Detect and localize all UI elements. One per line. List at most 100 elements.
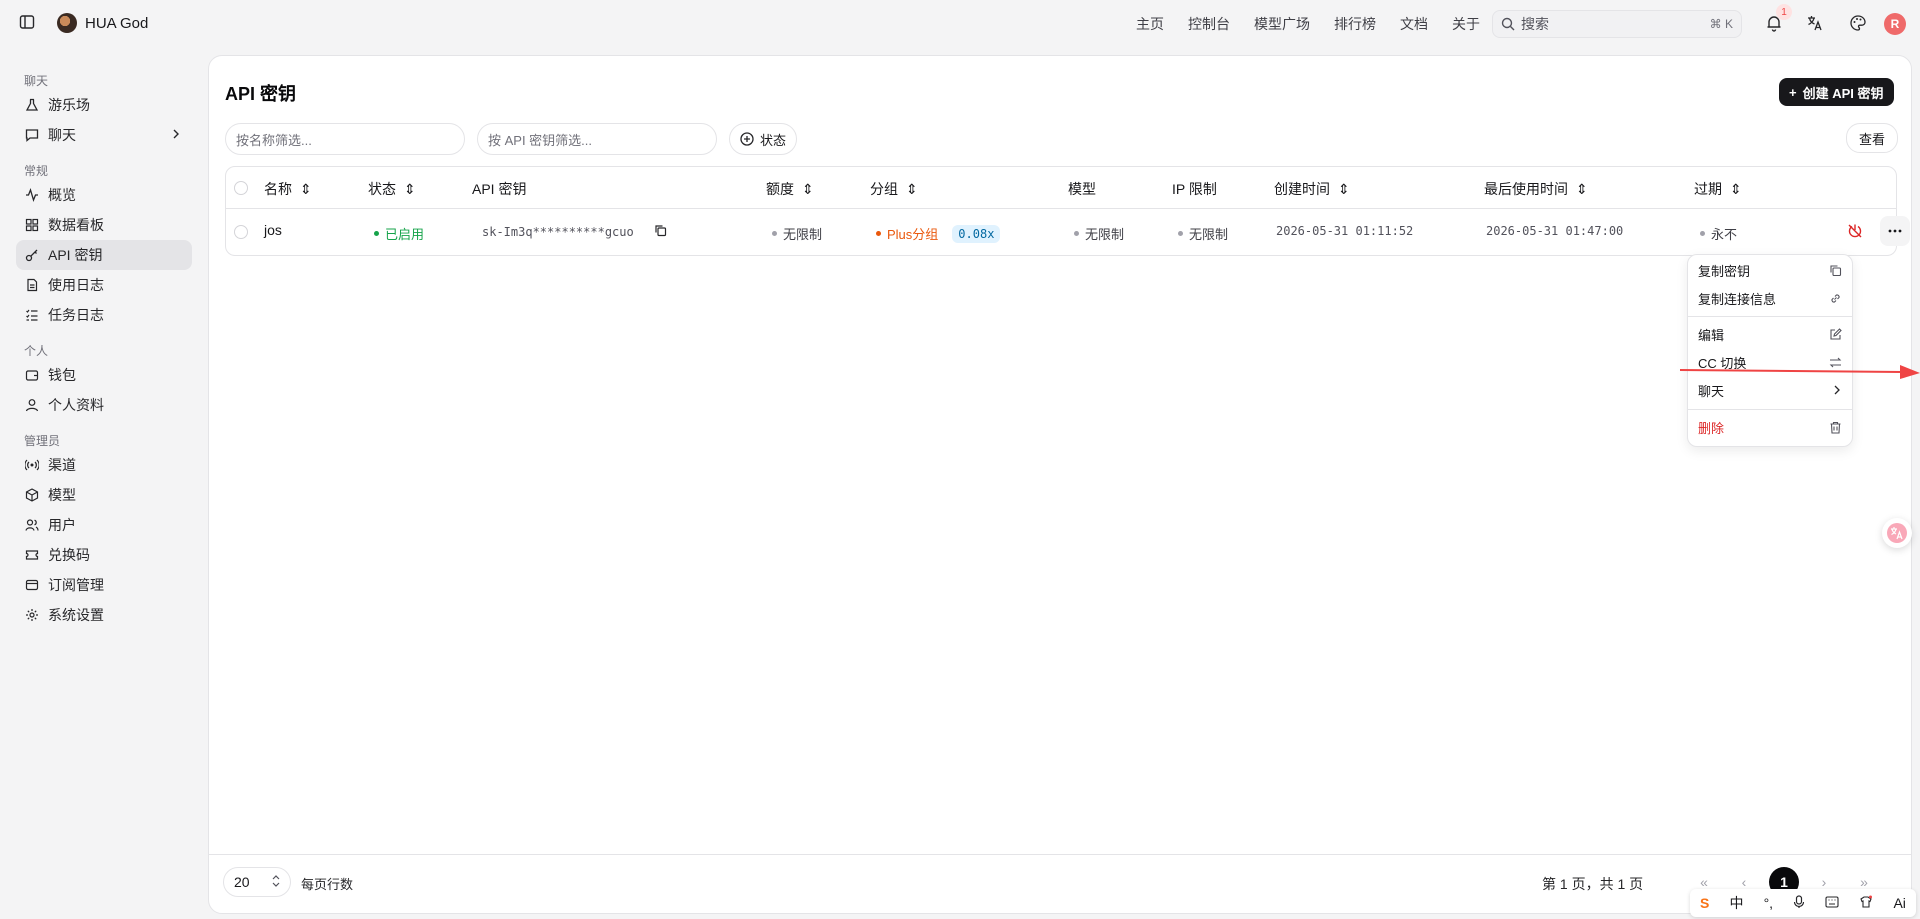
translate-icon[interactable]: [1805, 13, 1825, 33]
sidebar-item-usage-logs[interactable]: 使用日志: [16, 270, 192, 300]
column-last-used[interactable]: 最后使用时间 ⇕: [1484, 179, 1588, 199]
column-label: 创建时间: [1274, 181, 1330, 197]
notification-badge: 1: [1776, 4, 1792, 20]
ratio-badge: 0.08x: [952, 224, 1001, 243]
sidebar: 聊天 游乐场 聊天 常规 概览 数据看板 API 密钥 使用日志 任务日志 个人…: [16, 72, 192, 630]
sidebar-item-label: 用户: [48, 517, 76, 533]
sidebar-item-overview[interactable]: 概览: [16, 180, 192, 210]
ip-dot: [1178, 231, 1183, 236]
sidebar-item-chat[interactable]: 聊天: [16, 120, 192, 150]
sidebar-item-api-keys[interactable]: API 密钥: [16, 240, 192, 270]
menu-item-label: 复制连接信息: [1698, 291, 1777, 307]
sidebar-item-label: 使用日志: [48, 277, 104, 293]
nav-home[interactable]: 主页: [1136, 14, 1164, 34]
trash-icon: [1830, 421, 1841, 434]
edit-icon: [1830, 327, 1842, 340]
cube-icon: [24, 487, 40, 503]
column-group[interactable]: 分组 ⇕: [870, 179, 918, 199]
user-avatar[interactable]: R: [1884, 13, 1906, 35]
sidebar-item-label: 系统设置: [48, 607, 104, 623]
brand-name: HUA God: [85, 14, 149, 32]
menu-copy-connection[interactable]: 复制连接信息: [1688, 285, 1852, 311]
column-created[interactable]: 创建时间 ⇕: [1274, 179, 1350, 199]
ellipsis-icon: [1888, 229, 1902, 233]
create-api-key-button[interactable]: + 创建 API 密钥: [1779, 78, 1894, 106]
sidebar-toggle-icon[interactable]: [19, 14, 37, 32]
main-panel: API 密钥 + 创建 API 密钥 按名称筛选... 按 API 密钥筛选..…: [208, 55, 1912, 914]
tasks-icon: [24, 307, 40, 323]
user-icon: [24, 397, 40, 413]
nav-models[interactable]: 模型广场: [1254, 14, 1310, 34]
disable-key-icon[interactable]: [1845, 221, 1865, 241]
keyboard-icon[interactable]: [1825, 895, 1839, 911]
sidebar-item-channels[interactable]: 渠道: [16, 450, 192, 480]
sidebar-item-label: 订阅管理: [48, 577, 104, 593]
sogou-logo-icon[interactable]: S: [1700, 895, 1709, 911]
link-icon: [1831, 293, 1840, 303]
copy-icon[interactable]: [654, 224, 667, 240]
ime-punctuation-icon[interactable]: °,: [1764, 895, 1774, 911]
sidebar-item-label: 任务日志: [48, 307, 104, 323]
column-status[interactable]: 状态 ⇕: [368, 179, 416, 199]
nav-leaderboard[interactable]: 排行榜: [1334, 14, 1376, 34]
chevron-right-icon: [170, 127, 182, 144]
rows-per-page-label: 每页行数: [301, 877, 354, 892]
sidebar-item-label: 游乐场: [48, 97, 90, 113]
palette-icon[interactable]: [1848, 13, 1868, 33]
column-label: IP 限制: [1172, 181, 1217, 197]
sort-icon: ⇕: [906, 180, 918, 197]
sidebar-item-playground[interactable]: 游乐场: [16, 90, 192, 120]
column-label: 过期: [1694, 181, 1722, 197]
skin-icon[interactable]: [1859, 895, 1873, 912]
ime-ai-label[interactable]: Ai: [1893, 895, 1905, 911]
models-dot: [1074, 231, 1079, 236]
sidebar-item-label: 钱包: [48, 367, 76, 383]
menu-copy-key[interactable]: 复制密钥: [1688, 257, 1852, 283]
menu-delete[interactable]: 删除: [1688, 414, 1852, 440]
sidebar-item-profile[interactable]: 个人资料: [16, 390, 192, 420]
column-name[interactable]: 名称 ⇕: [264, 179, 312, 199]
nav-docs[interactable]: 文档: [1400, 14, 1428, 34]
expires-dot: [1700, 231, 1705, 236]
view-button[interactable]: 查看: [1846, 123, 1899, 153]
sidebar-item-redeem-codes[interactable]: 兑换码: [16, 540, 192, 570]
menu-item-label: 编辑: [1698, 327, 1725, 343]
nav-about[interactable]: 关于: [1452, 14, 1480, 34]
sidebar-item-dashboard[interactable]: 数据看板: [16, 210, 192, 240]
column-quota[interactable]: 额度 ⇕: [766, 179, 814, 199]
sidebar-item-models[interactable]: 模型: [16, 480, 192, 510]
column-expires[interactable]: 过期 ⇕: [1694, 179, 1742, 199]
select-all-checkbox[interactable]: [234, 181, 248, 195]
more-actions-button[interactable]: [1880, 216, 1910, 246]
quota-cell: 无限制: [772, 224, 822, 243]
filter-name-input[interactable]: 按名称筛选...: [225, 123, 465, 155]
ime-lang-toggle[interactable]: 中: [1729, 893, 1743, 913]
sidebar-item-users[interactable]: 用户: [16, 510, 192, 540]
sidebar-item-wallet[interactable]: 钱包: [16, 360, 192, 390]
menu-divider: [1688, 409, 1852, 410]
nav-console[interactable]: 控制台: [1188, 14, 1230, 34]
api-keys-table: 名称 ⇕ 状态 ⇕ API 密钥 额度 ⇕ 分组 ⇕ 模型 IP 限制 创建时间 ⇕ 最后…: [225, 166, 1910, 256]
microphone-icon[interactable]: [1793, 894, 1805, 912]
radio-icon: [24, 457, 40, 473]
sidebar-item-subscriptions[interactable]: 订阅管理: [16, 570, 192, 600]
floating-translate-icon[interactable]: [1882, 518, 1912, 548]
menu-item-label: 删除: [1698, 420, 1725, 436]
menu-edit[interactable]: 编辑: [1688, 321, 1852, 347]
status-filter-button[interactable]: 状态: [729, 123, 798, 155]
sidebar-item-label: 渠道: [48, 457, 76, 473]
search-input[interactable]: 搜索 ⌘ K: [1492, 10, 1742, 38]
grid-icon: [24, 217, 40, 233]
menu-divider: [1688, 316, 1852, 317]
row-checkbox[interactable]: [234, 225, 248, 239]
search-placeholder: 搜索: [1521, 16, 1549, 32]
table-row[interactable]: jos 已启用 sk-Im3q**********gcuo 无限制 Plus分组…: [226, 209, 1910, 255]
page-title: API 密钥: [225, 84, 297, 104]
sidebar-item-settings[interactable]: 系统设置: [16, 600, 192, 630]
sidebar-item-label: 兑换码: [48, 547, 90, 563]
brand[interactable]: HUA God: [57, 13, 148, 33]
page-size-select[interactable]: 20: [223, 867, 291, 897]
sidebar-group-general: 常规: [24, 164, 49, 178]
sidebar-item-task-logs[interactable]: 任务日志: [16, 300, 192, 330]
filter-key-input[interactable]: 按 API 密钥筛选...: [477, 123, 717, 155]
